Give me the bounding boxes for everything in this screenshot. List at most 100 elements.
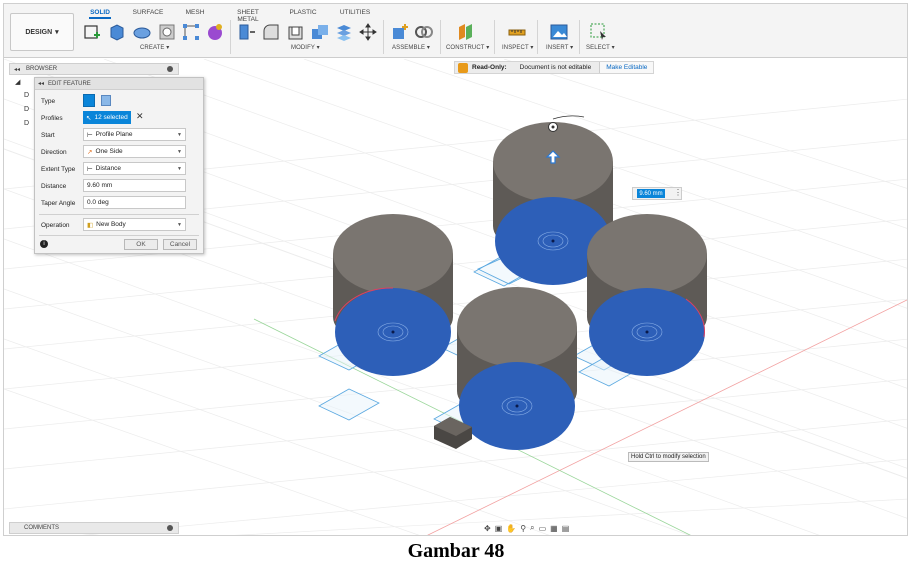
extrude-type-icon[interactable] — [83, 94, 95, 107]
split-body-icon[interactable] — [334, 22, 354, 42]
hole-icon[interactable] — [157, 22, 177, 42]
make-editable-button[interactable]: Make Editable — [599, 62, 654, 73]
comments-title: COMMENTS — [24, 525, 59, 531]
direction-value: One Side — [95, 148, 123, 155]
group-select[interactable]: SELECT ▾ — [586, 44, 615, 51]
select-icon[interactable] — [589, 22, 609, 42]
group-modify[interactable]: MODIFY ▾ — [291, 44, 320, 51]
more-options-icon[interactable]: ⋮ — [674, 188, 682, 197]
create-sketch-icon[interactable] — [82, 22, 102, 42]
tree-item[interactable]: D — [24, 92, 29, 99]
new-component-icon[interactable] — [390, 22, 410, 42]
navigation-bar: ✥ ▣ ✋ ⚲ ⌕ ▭ ▦ ▤ — [484, 522, 569, 534]
measure-icon[interactable] — [507, 22, 527, 42]
group-insert[interactable]: INSERT ▾ — [546, 44, 573, 51]
press-pull-icon[interactable] — [236, 22, 256, 42]
browser-title: BROWSER — [26, 66, 58, 72]
direction-label: Direction — [41, 148, 67, 156]
profiles-selector[interactable]: ↖ 12 selected — [83, 111, 131, 124]
cursor-icon: ↖ — [86, 114, 92, 122]
cancel-button[interactable]: Cancel — [163, 239, 197, 250]
display-settings-icon[interactable]: ▭ — [539, 524, 547, 533]
offset-plane-icon[interactable] — [456, 22, 476, 42]
cylinder-body-right[interactable] — [587, 214, 707, 376]
lock-icon — [458, 62, 468, 73]
distance-label: Distance — [41, 182, 67, 190]
tab-plastic[interactable]: PLASTIC — [289, 9, 317, 16]
gear-icon[interactable] — [167, 66, 173, 72]
type-label: Type — [41, 97, 56, 105]
direction-select[interactable]: ↗ One Side ▼ — [83, 145, 186, 158]
look-at-icon[interactable]: ▣ — [495, 524, 503, 533]
tab-surface[interactable]: SURFACE — [132, 9, 164, 16]
clear-selection-icon[interactable]: ✕ — [136, 111, 144, 122]
group-create[interactable]: CREATE ▾ — [140, 44, 169, 51]
collapse-icon[interactable]: ◂◂ — [14, 66, 20, 73]
pan-icon[interactable]: ✋ — [506, 524, 516, 533]
info-icon[interactable]: i — [40, 240, 48, 248]
pattern-icon[interactable] — [181, 22, 201, 42]
extent-type-label: Extent Type — [41, 165, 76, 173]
profiles-label: Profiles — [41, 114, 63, 122]
tab-mesh[interactable]: MESH — [185, 9, 205, 16]
extent-type-value: Distance — [95, 165, 121, 172]
revolve-icon[interactable] — [132, 22, 152, 42]
group-assemble[interactable]: ASSEMBLE ▾ — [392, 44, 430, 51]
ok-button[interactable]: OK — [124, 239, 158, 250]
collapse-icon[interactable]: ◂◂ — [38, 80, 44, 87]
chevron-down-icon: ▼ — [177, 222, 182, 228]
operation-label: Operation — [41, 221, 70, 229]
tab-utilities[interactable]: UTILITIES — [339, 9, 371, 16]
move-icon[interactable] — [358, 22, 378, 42]
chevron-down-icon: ▼ — [177, 149, 182, 155]
chevron-down-icon: ▼ — [177, 132, 182, 138]
tree-item[interactable]: D — [24, 106, 29, 113]
taper-angle-input[interactable]: 0.0 deg — [83, 196, 186, 209]
browser-panel-header[interactable]: ◂◂ BROWSER — [9, 63, 179, 75]
workspace-switcher[interactable]: DESIGN ▾ — [10, 13, 74, 51]
fit-icon[interactable]: ⌕ — [530, 523, 534, 533]
joint-icon[interactable] — [414, 22, 434, 42]
orbit-icon[interactable]: ✥ — [484, 524, 491, 533]
read-only-banner: Read-Only: Document is not editable Make… — [454, 61, 655, 74]
direction-icon: ↗ — [87, 148, 93, 156]
group-inspect[interactable]: INSPECT ▾ — [502, 44, 533, 51]
group-construct[interactable]: CONSTRUCT ▾ — [446, 44, 489, 51]
gear-icon[interactable] — [167, 525, 173, 531]
app-window: DESIGN ▾ SOLID SURFACE MESH SHEET METAL … — [3, 3, 908, 536]
fillet-icon[interactable] — [261, 22, 281, 42]
tree-expand-icon[interactable]: ◢ — [15, 78, 20, 86]
start-value: Profile Plane — [95, 131, 133, 138]
extent-type-select[interactable]: ⊢ Distance ▼ — [83, 162, 186, 175]
combine-icon[interactable] — [310, 22, 330, 42]
divider — [39, 214, 199, 215]
tab-sheet-metal[interactable]: SHEET METAL — [226, 9, 270, 23]
shell-icon[interactable] — [286, 22, 306, 42]
read-only-label: Read-Only: — [472, 64, 507, 71]
cylinder-body-front[interactable] — [457, 287, 577, 450]
plane-icon: ⊢ — [87, 131, 93, 139]
operation-select[interactable]: ◧ New Body ▼ — [83, 218, 186, 231]
new-body-icon: ◧ — [87, 221, 94, 229]
form-icon[interactable] — [205, 22, 225, 42]
distance-manipulator-input[interactable]: 9.60 mm — [637, 189, 665, 198]
cylinder-body-left[interactable] — [333, 214, 453, 376]
start-select[interactable]: ⊢ Profile Plane ▼ — [83, 128, 186, 141]
tab-solid[interactable]: SOLID — [89, 9, 111, 19]
viewports-icon[interactable]: ▤ — [562, 524, 570, 533]
grid-settings-icon[interactable]: ▦ — [550, 524, 558, 533]
zoom-icon[interactable]: ⚲ — [520, 524, 526, 533]
distance-icon: ⊢ — [87, 165, 93, 173]
operation-value: New Body — [96, 221, 126, 228]
insert-image-icon[interactable] — [549, 22, 569, 42]
selection-hint-tooltip: Hold Ctrl to modify selection — [628, 452, 709, 462]
read-only-message: Document is not editable — [519, 64, 592, 71]
divider — [39, 235, 199, 236]
toolbar: DESIGN ▾ SOLID SURFACE MESH SHEET METAL … — [4, 4, 907, 58]
distance-input[interactable]: 9.60 mm — [83, 179, 186, 192]
tree-item[interactable]: D — [24, 120, 29, 127]
extrude-icon[interactable] — [107, 22, 127, 42]
profiles-count: 12 selected — [94, 114, 128, 121]
comments-panel-header[interactable]: COMMENTS — [9, 522, 179, 534]
thin-extrude-type-icon[interactable] — [101, 95, 111, 106]
